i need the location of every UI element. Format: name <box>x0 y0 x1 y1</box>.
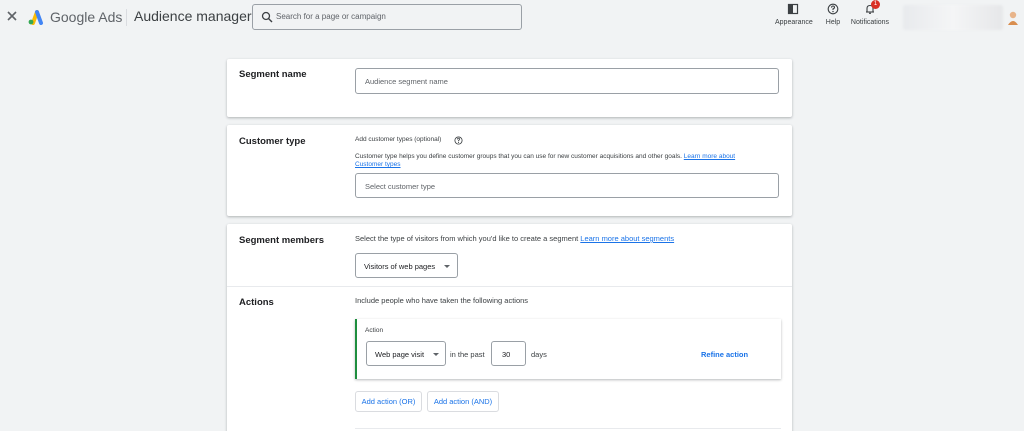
help-icon <box>827 3 839 15</box>
customer-type-placeholder: Select customer type <box>365 182 436 191</box>
segment-name-placeholder: Audience segment name <box>365 77 448 86</box>
notifications-badge: 1 <box>871 0 880 9</box>
customer-type-card: Customer type Add customer types (option… <box>227 125 792 216</box>
segment-name-card: Segment name Audience segment name <box>227 59 792 117</box>
segment-members-label: Segment members <box>239 235 325 246</box>
search-placeholder: Search for a page or campaign <box>276 12 386 21</box>
header-divider <box>126 9 127 26</box>
action-heading: Action <box>365 327 384 334</box>
search-input[interactable]: Search for a page or campaign <box>252 4 522 30</box>
appearance-label: Appearance <box>775 19 813 26</box>
notifications-label: Notifications <box>850 19 890 26</box>
segment-members-description: Select the type of visitors from which y… <box>355 234 674 243</box>
customer-type-label: Customer type <box>239 136 306 147</box>
visitor-type-value: Visitors of web pages <box>364 262 436 271</box>
days-label: days <box>531 350 547 359</box>
days-value: 30 <box>502 350 511 359</box>
avatar[interactable] <box>1007 10 1019 26</box>
help-button[interactable]: Help <box>821 3 845 26</box>
customer-types-link[interactable]: Customer types <box>355 161 401 168</box>
help-icon[interactable] <box>454 136 463 145</box>
help-label: Help <box>825 19 841 26</box>
top-bar: Google Ads Audience manager Search for a… <box>0 0 1024 35</box>
learn-more-customer-types-link[interactable]: Learn more about <box>684 153 735 160</box>
action-type-dropdown[interactable]: Web page visit <box>366 341 446 366</box>
chevron-down-icon <box>433 352 439 356</box>
segment-members-description-text: Select the type of visitors from which y… <box>355 234 579 243</box>
segment-name-label: Segment name <box>239 69 307 80</box>
in-the-past-label: in the past <box>450 350 485 359</box>
add-action-and-button[interactable]: Add action (AND) <box>427 391 499 412</box>
customer-type-select[interactable]: Select customer type <box>355 173 779 198</box>
learn-more-segments-link[interactable]: Learn more about segments <box>580 234 674 243</box>
add-customer-types-label: Add customer types (optional) <box>355 136 442 143</box>
account-switcher[interactable] <box>903 5 1003 30</box>
days-input[interactable]: 30 <box>491 341 526 366</box>
action-type-value: Web page visit <box>375 350 425 359</box>
actions-label: Actions <box>239 297 274 308</box>
segment-name-input[interactable]: Audience segment name <box>355 68 779 94</box>
google-ads-logo <box>28 10 43 25</box>
refine-action-button[interactable]: Refine action <box>701 350 748 359</box>
appearance-icon <box>787 3 799 15</box>
customer-type-description-text: Customer type helps you define customer … <box>355 153 682 160</box>
customer-type-description: Customer type helps you define customer … <box>355 153 735 160</box>
bottom-divider <box>355 428 781 429</box>
page-title: Audience manager <box>134 8 252 24</box>
actions-description: Include people who have taken the follow… <box>355 296 529 305</box>
appearance-button[interactable]: Appearance <box>775 3 813 26</box>
brand-name: Google Ads <box>50 9 123 25</box>
notifications-button[interactable]: 1 Notifications <box>850 0 890 26</box>
section-divider <box>227 286 792 287</box>
close-icon[interactable] <box>5 9 19 23</box>
add-action-or-button[interactable]: Add action (OR) <box>355 391 422 412</box>
action-panel: Action Web page visit in the past 30 day… <box>355 319 781 379</box>
search-icon <box>261 11 273 23</box>
visitor-type-dropdown[interactable]: Visitors of web pages <box>355 253 458 278</box>
segment-members-card: Segment members Select the type of visit… <box>227 224 792 431</box>
chevron-down-icon <box>444 264 450 268</box>
